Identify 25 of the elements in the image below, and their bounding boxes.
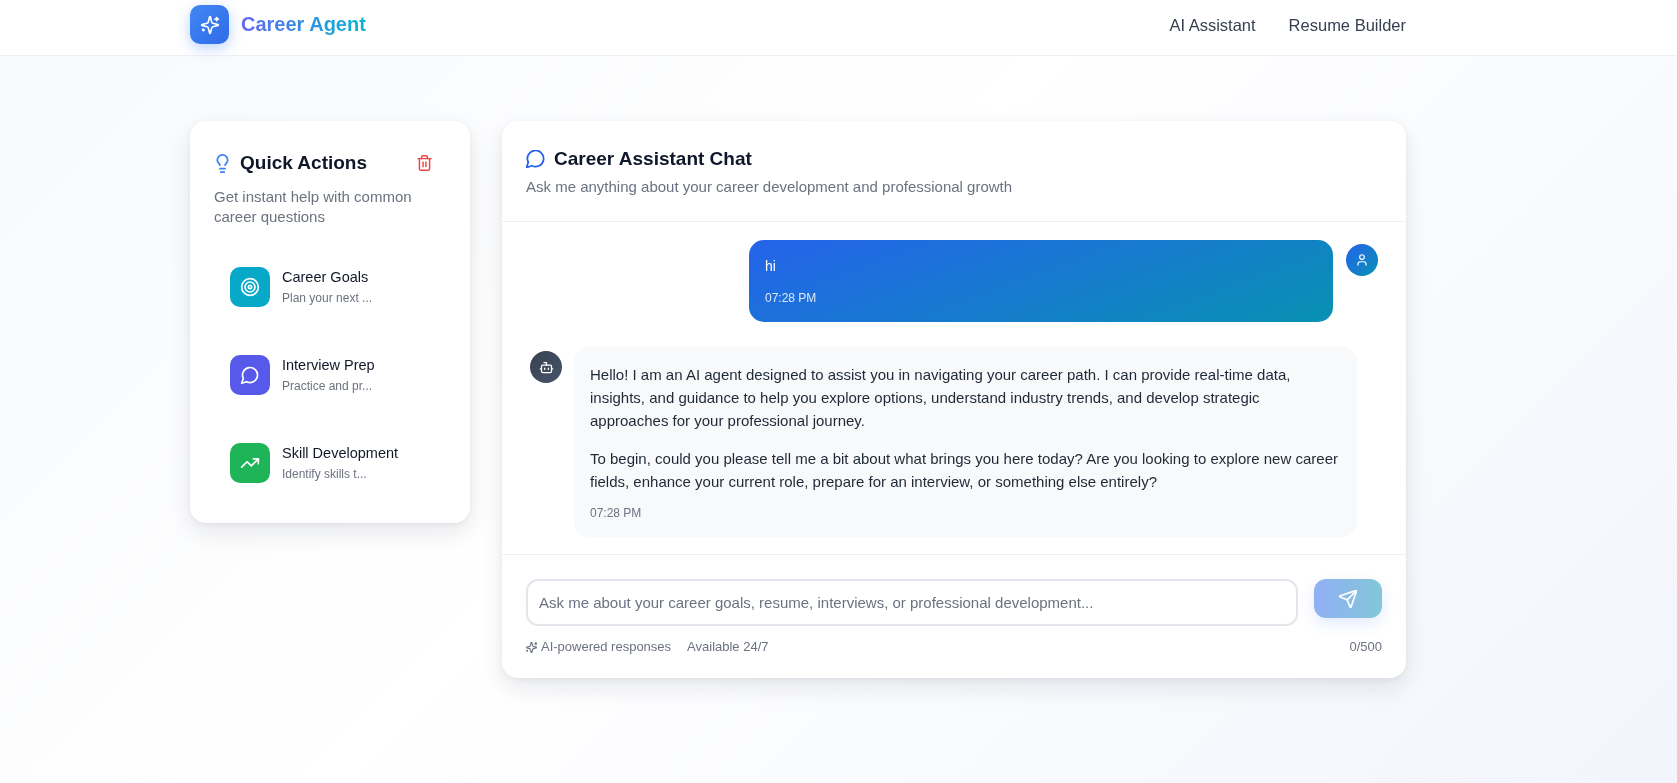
- quick-action-item[interactable]: Interview Prep Practice and pr...: [214, 339, 446, 411]
- message-text: Hello! I am an AI agent designed to assist you in navigating your career path. I can provide real-time data, insights, and guidance to help you explore options, understand industry trends, and develop strategic approaches for your professional journey.: [590, 365, 1292, 431]
- character-counter: 0/500: [1349, 639, 1382, 655]
- quick-action-item[interactable]: Career Goals Plan your next ...: [214, 251, 446, 323]
- panel-title: Quick Actions: [240, 152, 368, 174]
- footer-note: AI-powered responses: [541, 639, 672, 655]
- panel-subtitle: Get instant help with common career questions: [214, 187, 413, 227]
- message-time: 07:28 PM: [590, 505, 642, 521]
- sparkles-icon: [526, 641, 537, 653]
- chat-bubble-icon: [526, 150, 545, 168]
- chat-subtitle: Ask me anything about your career development and professional growth: [526, 177, 1014, 197]
- lightbulb-icon: [216, 153, 229, 173]
- chat-title: Career Assistant Chat: [554, 148, 752, 170]
- robot-avatar-icon: [530, 351, 562, 383]
- nav-link[interactable]: Resume Builder: [1288, 15, 1406, 35]
- message-input[interactable]: Ask me about your career goals, resume, interviews, or professional development...: [526, 579, 1298, 626]
- message-time: 07:28 PM: [765, 290, 817, 306]
- message-text: To begin, could you please tell me a bit about what brings you here today? Are you looking to explore new career fields, enhance your current role, prepare for an interview, or something else entirely?: [590, 449, 1339, 492]
- send-icon: [1339, 589, 1357, 608]
- footer-note: Available 24/7: [687, 639, 769, 655]
- quick-action-item[interactable]: Skill Development Identify skills t...: [214, 427, 446, 499]
- nav-link[interactable]: AI Assistant: [1169, 15, 1256, 35]
- user-avatar-icon: [1346, 244, 1378, 276]
- message-text: hi: [765, 257, 776, 276]
- sparkles-logo-icon: [190, 5, 229, 44]
